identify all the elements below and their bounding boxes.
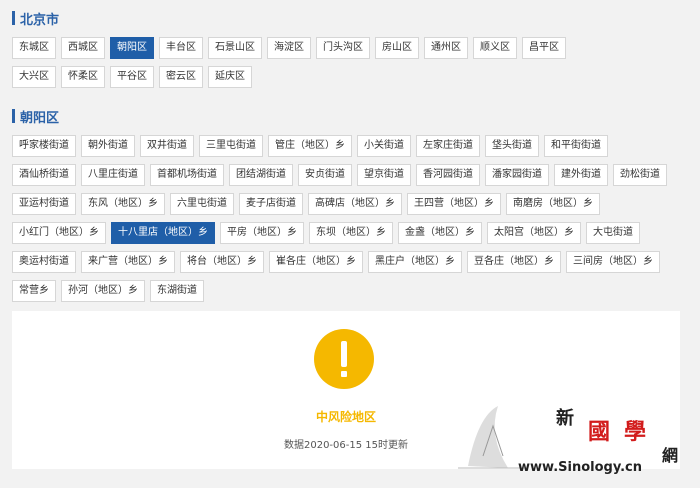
district-list: 东城区 西城区 朝阳区 丰台区 石景山区 海淀区 门头沟区 房山区 通州区 顺义区 昌平区 大兴区 怀柔… <box>12 37 692 95</box>
subdistrict-chip[interactable]: 劲松街道 <box>613 164 667 186</box>
chip-row: 小红门（地区）乡 十八里店（地区）乡 平房（地区）乡 东坝（地区）乡 金盏（地区）乡 太阳… <box>12 222 692 244</box>
chip-row: 常营乡 孙河（地区）乡 东湖街道 <box>12 280 692 302</box>
district-chip[interactable]: 顺义区 <box>473 37 517 59</box>
subdistrict-chip[interactable]: 亚运村街道 <box>12 193 76 215</box>
chaoyang-title-text: 朝阳区 <box>20 110 60 126</box>
chip-row: 呼家楼街道 朝外街道 双井街道 三里屯街道 管庄（地区）乡 小关街道 左家庄街道 垡头街道 和平… <box>12 135 692 157</box>
chip-row: 酒仙桥街道 八里庄街道 首都机场街道 团结湖街道 安贞街道 望京街道 香河园街道 潘家园街道建… <box>12 164 692 186</box>
subdistrict-chip[interactable]: 安贞街道 <box>298 164 352 186</box>
subdistrict-chip[interactable]: 孙河（地区）乡 <box>61 280 145 302</box>
subdistrict-list: 呼家楼街道 朝外街道 双井街道 三里屯街道 管庄（地区）乡 小关街道 左家庄街道 垡头街道 和平… <box>12 135 692 309</box>
subdistrict-chip[interactable]: 东坝（地区）乡 <box>309 222 393 244</box>
subdistrict-chip[interactable]: 团结湖街道 <box>229 164 293 186</box>
district-chip[interactable]: 房山区 <box>375 37 419 59</box>
district-chip[interactable]: 门头沟区 <box>316 37 370 59</box>
subdistrict-chip[interactable]: 小关街道 <box>357 135 411 157</box>
subdistrict-chip[interactable]: 黑庄户（地区）乡 <box>368 251 462 273</box>
exclamation-icon <box>314 329 374 389</box>
district-chip[interactable]: 通州区 <box>424 37 468 59</box>
watermark-logo: 新 國 學 網 www.Sinology.cn <box>448 396 688 484</box>
subdistrict-chip[interactable]: 常营乡 <box>12 280 56 302</box>
subdistrict-chip[interactable]: 将台（地区）乡 <box>180 251 264 273</box>
watermark-url: www.Sinology.cn <box>518 460 643 475</box>
district-chip[interactable]: 丰台区 <box>159 37 203 59</box>
subdistrict-chip[interactable]: 香河园街道 <box>416 164 480 186</box>
subdistrict-chip[interactable]: 南磨房（地区）乡 <box>506 193 600 215</box>
subdistrict-chip[interactable]: 八里庄街道 <box>81 164 145 186</box>
district-chip[interactable]: 石景山区 <box>208 37 262 59</box>
subdistrict-chip[interactable]: 豆各庄（地区）乡 <box>467 251 561 273</box>
subdistrict-chip[interactable]: 垡头街道 <box>485 135 539 157</box>
beijing-title-text: 北京市 <box>20 12 60 28</box>
subdistrict-chip[interactable]: 太阳宫（地区）乡 <box>487 222 581 244</box>
subdistrict-chip[interactable]: 十八里店（地区）乡 <box>111 222 215 244</box>
district-chip[interactable]: 平谷区 <box>110 66 154 88</box>
chaoyang-title: 朝阳区 <box>12 107 60 126</box>
watermark-char-2: 國 <box>588 419 611 445</box>
subdistrict-chip[interactable]: 首都机场街道 <box>150 164 224 186</box>
chip-row: 东城区 西城区 朝阳区 丰台区 石景山区 海淀区 门头沟区 房山区 通州区 顺义区 昌平区 <box>12 37 692 59</box>
watermark-char-4: 網 <box>662 446 679 465</box>
subdistrict-chip[interactable]: 潘家园街道 <box>485 164 549 186</box>
subdistrict-chip[interactable]: 东湖街道 <box>150 280 204 302</box>
district-chip[interactable]: 延庆区 <box>208 66 252 88</box>
subdistrict-chip[interactable]: 金盏（地区）乡 <box>398 222 482 244</box>
chip-row: 奥运村街道 来广营（地区）乡 将台（地区）乡 崔各庄（地区）乡 黑庄户（地区）乡 豆各庄（… <box>12 251 692 273</box>
district-chip[interactable]: 密云区 <box>159 66 203 88</box>
subdistrict-chip[interactable]: 王四营（地区）乡 <box>407 193 501 215</box>
chip-row: 大兴区 怀柔区 平谷区 密云区 延庆区 <box>12 66 692 88</box>
subdistrict-chip[interactable]: 高碑店（地区）乡 <box>308 193 402 215</box>
subdistrict-chip[interactable]: 三里屯街道 <box>199 135 263 157</box>
subdistrict-chip[interactable]: 双井街道 <box>140 135 194 157</box>
subdistrict-chip[interactable]: 管庄（地区）乡 <box>268 135 352 157</box>
title-bar <box>12 109 15 123</box>
subdistrict-chip[interactable]: 小红门（地区）乡 <box>12 222 106 244</box>
district-chip[interactable]: 海淀区 <box>267 37 311 59</box>
subdistrict-chip[interactable]: 三间房（地区）乡 <box>566 251 660 273</box>
subdistrict-chip[interactable]: 六里屯街道 <box>170 193 234 215</box>
district-chip[interactable]: 朝阳区 <box>110 37 154 59</box>
subdistrict-chip[interactable]: 酒仙桥街道 <box>12 164 76 186</box>
watermark-char-3: 學 <box>624 419 647 445</box>
title-bar <box>12 11 15 25</box>
chip-row: 亚运村街道 东风（地区）乡 六里屯街道 麦子店街道 高碑店（地区）乡 王四营（地区）乡 南磨… <box>12 193 692 215</box>
subdistrict-chip[interactable]: 望京街道 <box>357 164 411 186</box>
subdistrict-chip[interactable]: 建外街道 <box>554 164 608 186</box>
subdistrict-chip[interactable]: 奥运村街道 <box>12 251 76 273</box>
district-chip[interactable]: 昌平区 <box>522 37 566 59</box>
district-chip[interactable]: 怀柔区 <box>61 66 105 88</box>
subdistrict-chip[interactable]: 东风（地区）乡 <box>81 193 165 215</box>
subdistrict-chip[interactable]: 朝外街道 <box>81 135 135 157</box>
subdistrict-chip[interactable]: 呼家楼街道 <box>12 135 76 157</box>
subdistrict-chip[interactable]: 大屯街道 <box>586 222 640 244</box>
district-chip[interactable]: 东城区 <box>12 37 56 59</box>
subdistrict-chip[interactable]: 平房（地区）乡 <box>220 222 304 244</box>
subdistrict-chip[interactable]: 麦子店街道 <box>239 193 303 215</box>
watermark-char-1: 新 <box>556 408 574 429</box>
beijing-title: 北京市 <box>12 9 60 28</box>
subdistrict-chip[interactable]: 左家庄街道 <box>416 135 480 157</box>
subdistrict-chip[interactable]: 来广营（地区）乡 <box>81 251 175 273</box>
subdistrict-chip[interactable]: 和平街街道 <box>544 135 608 157</box>
district-chip[interactable]: 西城区 <box>61 37 105 59</box>
subdistrict-chip[interactable]: 崔各庄（地区）乡 <box>269 251 363 273</box>
district-chip[interactable]: 大兴区 <box>12 66 56 88</box>
